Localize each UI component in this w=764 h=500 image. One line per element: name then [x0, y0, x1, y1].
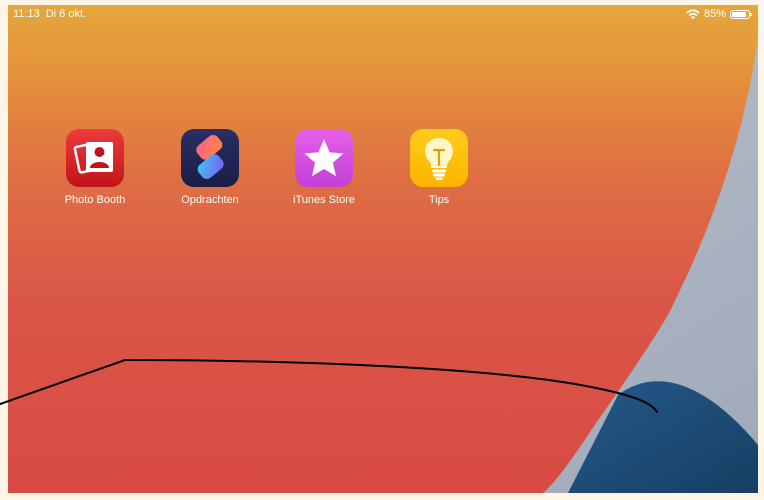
battery-percent: 85% — [703, 8, 726, 20]
app-label-itunes-store: iTunes Store — [293, 194, 355, 206]
app-opdrachten[interactable]: Opdrachten — [165, 129, 255, 207]
app-photo-booth[interactable]: Photo Booth — [50, 129, 140, 207]
battery-icon — [730, 9, 752, 19]
app-label-tips: Tips — [428, 194, 450, 206]
status-time: 11:13 — [13, 8, 40, 20]
status-right: 85% — [686, 5, 752, 23]
wallpaper — [8, 5, 758, 493]
battery-cap — [750, 12, 752, 16]
battery-level-fill — [732, 11, 746, 17]
ipad-screen: 11:13 Di 6 okt. 85% Photo Booth Opdracht… — [8, 5, 758, 493]
app-itunes-store[interactable]: iTunes Store — [279, 129, 369, 207]
photo-booth-icon[interactable] — [66, 129, 124, 187]
status-left: 11:13 Di 6 okt. — [13, 5, 86, 23]
status-date: Di 6 okt. — [45, 8, 87, 20]
wifi-icon — [686, 9, 700, 19]
itunes-store-icon[interactable] — [295, 129, 353, 187]
status-bar: 11:13 Di 6 okt. 85% — [8, 5, 758, 23]
app-label-opdrachten: Opdrachten — [181, 194, 239, 206]
shortcuts-icon[interactable] — [181, 129, 239, 187]
app-label-photo-booth: Photo Booth — [64, 194, 126, 206]
app-tips[interactable]: Tips — [394, 129, 484, 207]
tips-icon[interactable] — [410, 129, 468, 187]
